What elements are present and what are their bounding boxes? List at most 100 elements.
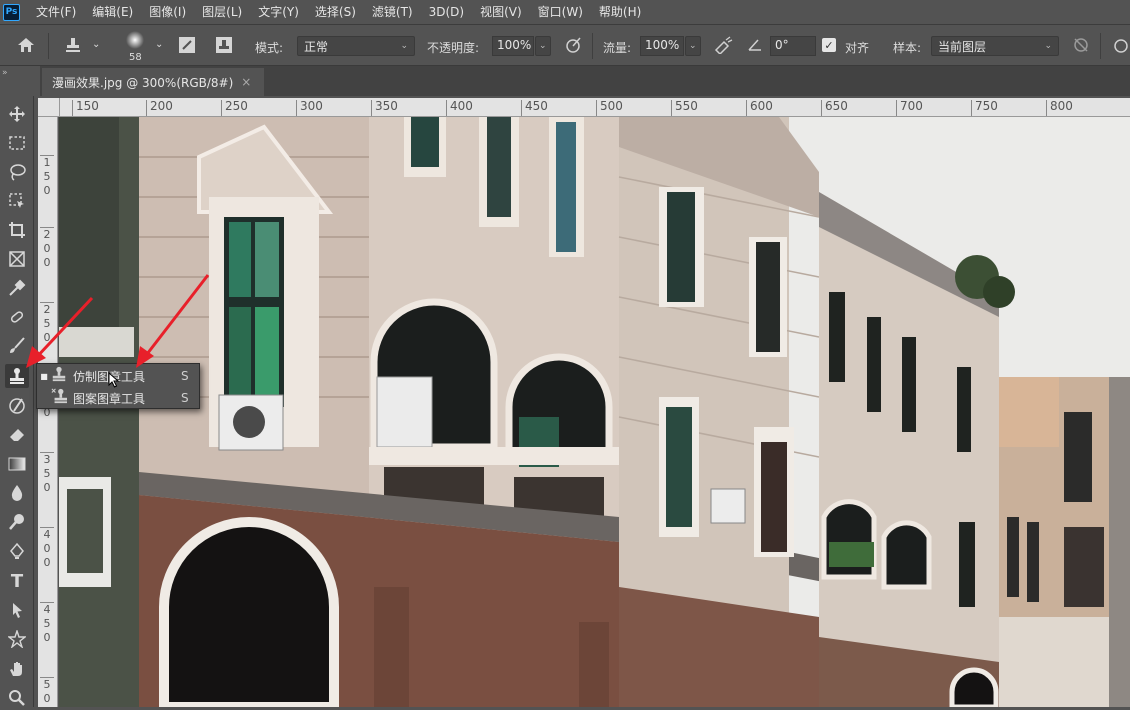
ruler-origin[interactable] [38,98,60,117]
menu-filter[interactable]: 滤镜(T) [364,0,421,24]
pressure-opacity-icon[interactable] [562,34,584,56]
selected-bullet-icon: ■ [40,371,48,381]
brush-size-value: 58 [129,52,142,63]
clone-stamp-tool-label: 仿制图章工具 [73,368,181,385]
ruler-label: 700 [896,100,923,116]
document-tab[interactable]: 漫画效果.jpg @ 300%(RGB/8#) × [42,68,264,96]
ruler-label: 250 [221,100,248,116]
history-brush-icon[interactable] [5,394,29,418]
document-canvas[interactable] [59,117,1130,707]
healing-icon[interactable] [5,305,29,329]
dodge-icon[interactable] [5,510,29,534]
chevron-down-icon: ⌄ [689,41,697,51]
flow-label: 流量: [603,41,632,55]
ruler-label: 150 [72,100,99,116]
menu-help[interactable]: 帮助(H) [591,0,649,24]
menu-view[interactable]: 视图(V) [472,0,530,24]
ruler-label: 400 [40,527,54,570]
clone-stamp-icon [51,366,73,386]
vertical-ruler[interactable]: 150 200 250 300 350 400 450 500 [38,117,58,707]
zoom-icon[interactable] [5,686,29,710]
menu-type[interactable]: 文字(Y) [250,0,307,24]
menu-edit[interactable]: 编辑(E) [84,0,141,24]
ruler-label: 200 [146,100,173,116]
mode-label: 模式: [255,41,284,55]
chevron-down-icon: ⌄ [1044,41,1052,51]
photoshop-logo: Ps [3,3,20,21]
ruler-label: 800 [1046,100,1073,116]
ruler-label: 650 [821,100,848,116]
ruler-label: 200 [40,227,54,270]
pen-icon[interactable] [5,539,29,563]
pressure-size-icon[interactable] [1110,34,1130,56]
aligned-checkbox[interactable]: ✓ [822,38,836,52]
horizontal-ruler[interactable]: 150 200 250 300 350 400 450 500 550 600 … [60,98,1130,117]
menu-window[interactable]: 窗口(W) [530,0,591,24]
angle-icon [744,34,766,56]
flow-dropdown[interactable]: ⌄ [685,36,701,56]
building-photo [59,117,1130,707]
crop-icon[interactable] [5,218,29,242]
ruler-label: 150 [40,155,54,198]
tools-panel: T [0,96,34,707]
home-icon[interactable] [15,34,37,56]
sample-select[interactable]: 当前图层 ⌄ [931,36,1059,56]
object-select-icon[interactable] [5,189,29,213]
tool-options-bar: ⌄ 58 ⌄ 模式: 正常 ⌄ 不透明度: 100% ⌄ 流量: 100% ⌄ 0… [0,24,1130,66]
aligned-label: 对齐 [845,41,870,55]
opacity-input[interactable]: 100% [492,36,534,56]
menu-file[interactable]: 文件(F) [28,0,84,24]
eyedropper-icon[interactable] [5,276,29,300]
pattern-stamp-icon [51,388,73,408]
frame-icon[interactable] [5,247,29,271]
marquee-icon[interactable] [5,131,29,155]
chevron-down-icon[interactable]: ⌄ [155,39,163,50]
angle-input[interactable]: 0° [770,36,816,56]
chevron-down-icon[interactable]: ⌄ [92,39,100,50]
eraser-icon[interactable] [5,423,29,447]
pattern-stamp-tool-label: 图案图章工具 [73,391,146,406]
collapse-panel-icon[interactable]: » [2,68,8,78]
move-icon[interactable] [5,102,29,126]
path-select-icon[interactable] [5,598,29,622]
ignore-adjustment-layers-icon[interactable] [1070,34,1092,56]
menu-select[interactable]: 选择(S) [307,0,364,24]
mode-select[interactable]: 正常 ⌄ [297,36,415,56]
hand-icon[interactable] [5,657,29,681]
flow-input[interactable]: 100% [640,36,684,56]
ruler-label: 300 [296,100,323,116]
ruler-label: 400 [446,100,473,116]
pattern-stamp-tool-item[interactable]: 图案图章工具 S [37,387,199,409]
opacity-dropdown[interactable]: ⌄ [535,36,551,56]
pattern-stamp-shortcut: S [181,391,189,405]
ruler-label: 250 [40,302,54,345]
menu-image[interactable]: 图像(I) [141,0,194,24]
type-icon[interactable]: T [5,569,29,593]
stamp-icon[interactable] [5,364,29,388]
blur-icon[interactable] [5,481,29,505]
ruler-label: 750 [971,100,998,116]
document-tab-title: 漫画效果.jpg @ 300%(RGB/8#) [52,75,234,90]
opacity-label: 不透明度: [427,41,480,55]
menu-layer[interactable]: 图层(L) [194,0,250,24]
mouse-pointer-icon [108,372,120,388]
close-icon[interactable]: × [241,75,251,89]
shape-icon[interactable] [5,627,29,651]
clone-stamp-preset-icon[interactable] [62,34,84,56]
toggle-brush-settings-icon[interactable] [176,34,198,56]
document-tab-bar: » 漫画效果.jpg @ 300%(RGB/8#) × [2,66,1130,96]
brush-icon[interactable] [5,334,29,358]
brush-preview-icon[interactable] [124,29,146,51]
ruler-label: 350 [371,100,398,116]
menu-3d[interactable]: 3D(D) [421,0,472,24]
ruler-label: 600 [746,100,773,116]
ruler-label: 500 [40,677,54,707]
chevron-down-icon: ⌄ [539,41,547,51]
chevron-down-icon: ⌄ [400,41,408,51]
lasso-icon[interactable] [5,160,29,184]
menu-bar: Ps 文件(F) 编辑(E) 图像(I) 图层(L) 文字(Y) 选择(S) 滤… [0,0,1130,24]
gradient-icon[interactable] [5,452,29,476]
ruler-label: 350 [40,452,54,495]
toggle-clone-source-icon[interactable] [213,34,235,56]
airbrush-icon[interactable] [712,34,734,56]
